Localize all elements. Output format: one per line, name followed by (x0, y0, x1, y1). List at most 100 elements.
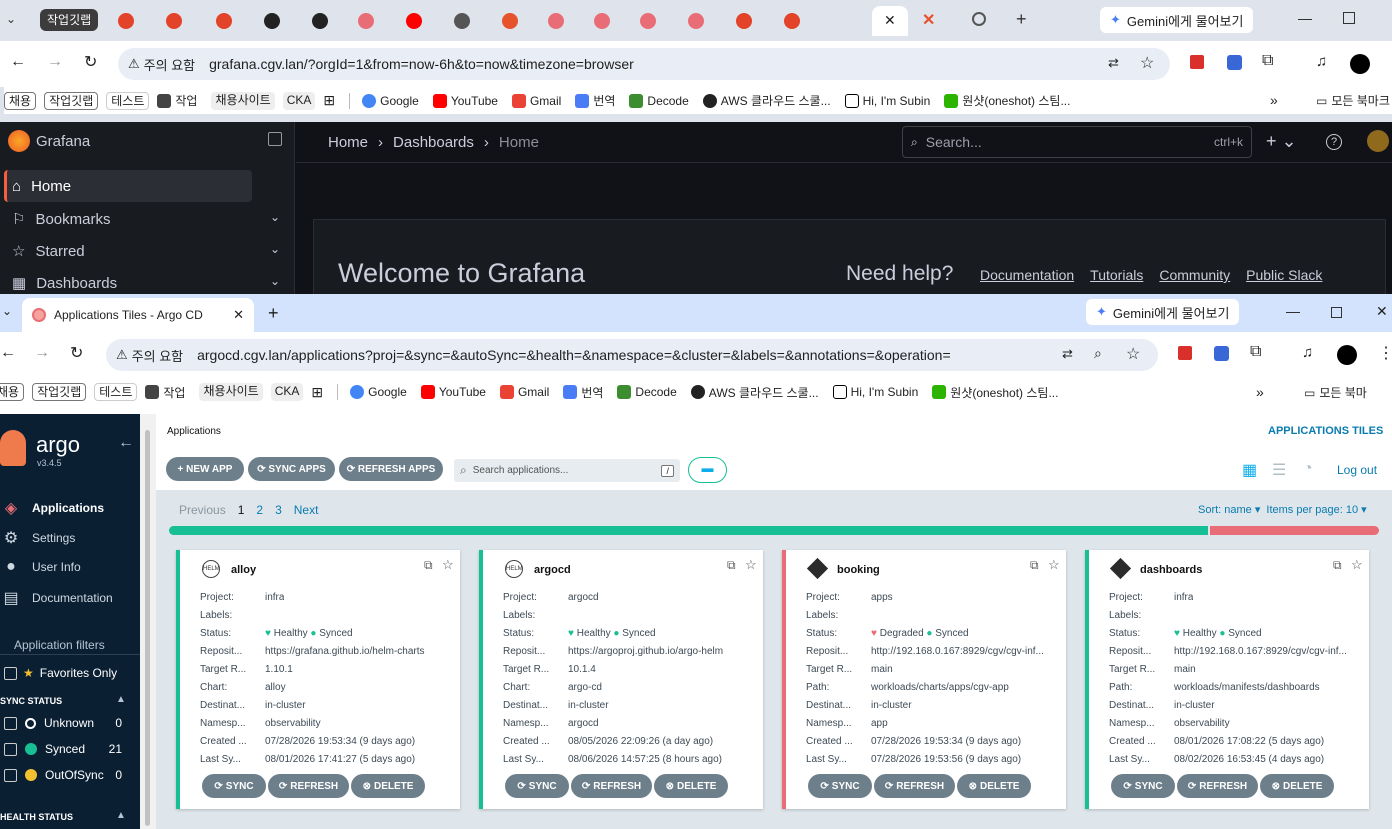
minimize-icon[interactable]: — (1298, 10, 1312, 26)
pagination-page[interactable]: 1 (238, 503, 245, 517)
favorites-filter[interactable]: ★ Favorites Only (4, 666, 117, 680)
external-link-icon[interactable]: ⧉ (727, 558, 736, 573)
refresh-button[interactable]: ⟳ REFRESH (1177, 774, 1258, 798)
app-name[interactable]: alloy (231, 564, 256, 576)
pagination-page[interactable]: 3 (275, 503, 282, 517)
nav-user-info[interactable]: ● User Info (0, 558, 81, 576)
minimize-icon[interactable]: — (1286, 303, 1300, 319)
close-tab-icon[interactable]: ✕ (233, 307, 244, 323)
list-view-icon[interactable]: ☰ (1272, 460, 1286, 480)
browser-tab[interactable] (208, 8, 250, 34)
chevron-down-icon[interactable]: ⌄ (270, 274, 280, 288)
media-icon[interactable]: ♫ (1302, 344, 1313, 361)
favorite-star-icon[interactable]: ☆ (745, 557, 757, 573)
extension-blue-icon[interactable] (1227, 55, 1242, 70)
back-icon[interactable]: ← (0, 344, 16, 362)
browser-tab[interactable] (776, 8, 818, 34)
tab-search-chevron-icon[interactable]: ⌄ (2, 304, 12, 318)
external-link-icon[interactable]: ⧉ (1333, 558, 1342, 573)
filter-toggle-button[interactable]: ▬ (688, 457, 727, 483)
search-applications-input[interactable]: ⌕ Search applications... / (454, 459, 680, 482)
back-icon[interactable]: ← (10, 53, 26, 71)
bookmark-google[interactable]: Google (350, 385, 407, 399)
apps-grid-icon[interactable]: ⊞ (323, 92, 335, 109)
translate-icon[interactable]: ⇄ (1108, 55, 1119, 71)
chevron-down-icon[interactable]: ⌄ (270, 210, 280, 224)
browser-tab[interactable] (632, 8, 674, 34)
refresh-button[interactable]: ⟳ REFRESH (268, 774, 349, 798)
checkbox[interactable] (4, 768, 17, 782)
bookmark-folder[interactable]: 작업 (145, 384, 185, 401)
tab-search-chevron-icon[interactable]: ⌄ (6, 12, 16, 26)
maximize-icon[interactable] (1343, 12, 1355, 24)
browser-tab[interactable] (540, 8, 582, 34)
app-card[interactable]: HELM alloy ⧉ ☆ Project: infra Labels: Status: ♥ … (176, 550, 460, 809)
app-card[interactable]: dashboards ⧉ ☆ Project: infra Labels: Status: ♥… (1085, 550, 1369, 809)
bookmark-youtube[interactable]: YouTube (420, 385, 486, 399)
checkbox[interactable] (4, 742, 17, 756)
bookmark-oneshot[interactable]: 원샷(oneshot) 스팀... (944, 92, 1070, 109)
grafana-brand[interactable]: Grafana (8, 130, 90, 152)
browser-tab[interactable] (110, 8, 152, 34)
favorite-star-icon[interactable]: ☆ (442, 557, 454, 573)
bookmark-chip[interactable]: 채용 (0, 383, 25, 401)
sort-dropdown[interactable]: Sort: name ▾ (1198, 503, 1260, 516)
gemini-button[interactable]: ✦ Gemini에게 물어보기 (1086, 299, 1240, 325)
bookmark-translate[interactable]: 번역 (575, 92, 615, 109)
bookmark-chip[interactable]: 작업깃랩 (32, 383, 87, 401)
bookmark-star-icon[interactable]: ☆ (1140, 53, 1154, 73)
filter-synced[interactable]: Synced 21 (4, 742, 140, 756)
bookmark-chip[interactable]: 작업깃랩 (44, 91, 99, 110)
menu-icon[interactable]: ⋮ (1378, 343, 1392, 363)
add-icon[interactable]: + ⌄ (1266, 131, 1297, 152)
bookmark-google[interactable]: Google (362, 93, 419, 108)
checkbox[interactable] (4, 666, 17, 680)
favorite-star-icon[interactable]: ☆ (1048, 557, 1060, 573)
forward-icon[interactable]: → (47, 53, 63, 71)
bookmark-chip[interactable]: 테스트 (106, 91, 150, 110)
more-bookmarks-icon[interactable]: » (1256, 384, 1264, 400)
collapse-icon[interactable]: ▲ (116, 694, 126, 705)
new-tab-icon[interactable]: + (268, 303, 279, 324)
external-link-icon[interactable]: ⧉ (424, 558, 433, 573)
favorite-star-icon[interactable]: ☆ (1351, 557, 1363, 573)
address-bar[interactable]: ⚠ 주의 요함 argocd.cgv.lan/applications?proj… (106, 339, 1158, 371)
browser-tab[interactable] (494, 8, 536, 34)
apps-grid-icon[interactable]: ⊞ (311, 384, 323, 401)
delete-button[interactable]: ⊗ DELETE (654, 774, 728, 798)
bookmark-oneshot[interactable]: 원샷(oneshot) 스팀... (932, 384, 1058, 401)
translate-icon[interactable]: ⇄ (1062, 346, 1073, 362)
close-window-icon[interactable]: ✕ (1376, 303, 1388, 320)
profile-avatar[interactable] (1337, 345, 1357, 365)
delete-button[interactable]: ⊗ DELETE (351, 774, 425, 798)
link-tutorials[interactable]: Tutorials (1090, 267, 1143, 283)
app-name[interactable]: dashboards (1140, 564, 1202, 576)
gemini-button[interactable]: ✦ Gemini에게 물어보기 (1100, 7, 1254, 33)
collapse-sidebar-icon[interactable]: ← (118, 434, 134, 452)
forward-icon[interactable]: → (34, 344, 50, 362)
app-name[interactable]: argocd (534, 564, 571, 576)
summary-view-icon[interactable]: ◔ (1303, 460, 1313, 478)
url-text[interactable]: grafana.cgv.lan/?orgId=1&from=now-6h&to=… (209, 56, 634, 72)
bookmark-gmail[interactable]: Gmail (499, 385, 549, 399)
nav-dashboards[interactable]: ▦ Dashboards (12, 274, 117, 293)
bookmark-chip[interactable]: 채용사이트 (199, 383, 263, 401)
bookmark-folder[interactable]: 작업 (157, 92, 197, 109)
browser-tab[interactable] (256, 8, 298, 34)
browser-tab[interactable] (304, 8, 346, 34)
nav-bookmarks[interactable]: ⚐ Bookmarks (12, 210, 110, 229)
all-bookmarks[interactable]: ▭ 모든 북마 (1304, 384, 1367, 401)
security-warning[interactable]: 주의 요함 (132, 346, 183, 365)
user-avatar[interactable] (1367, 130, 1389, 152)
extension-red-icon[interactable] (1190, 55, 1204, 69)
dock-menu-icon[interactable] (268, 132, 282, 146)
sync-button[interactable]: ⟳ SYNC (1111, 774, 1175, 798)
refresh-button[interactable]: ⟳ REFRESH (571, 774, 652, 798)
bookmark-translate[interactable]: 번역 (563, 384, 603, 401)
app-card[interactable]: HELM argocd ⧉ ☆ Project: argocd Labels: Status:… (479, 550, 763, 809)
nav-starred[interactable]: ☆ Starred (12, 242, 85, 261)
browser-tab[interactable] (728, 8, 770, 34)
bookmark-chip[interactable]: CKA (282, 91, 316, 110)
bookmark-aws[interactable]: AWS 클라우드 스쿨... (690, 384, 819, 401)
sync-button[interactable]: ⟳ SYNC (202, 774, 266, 798)
